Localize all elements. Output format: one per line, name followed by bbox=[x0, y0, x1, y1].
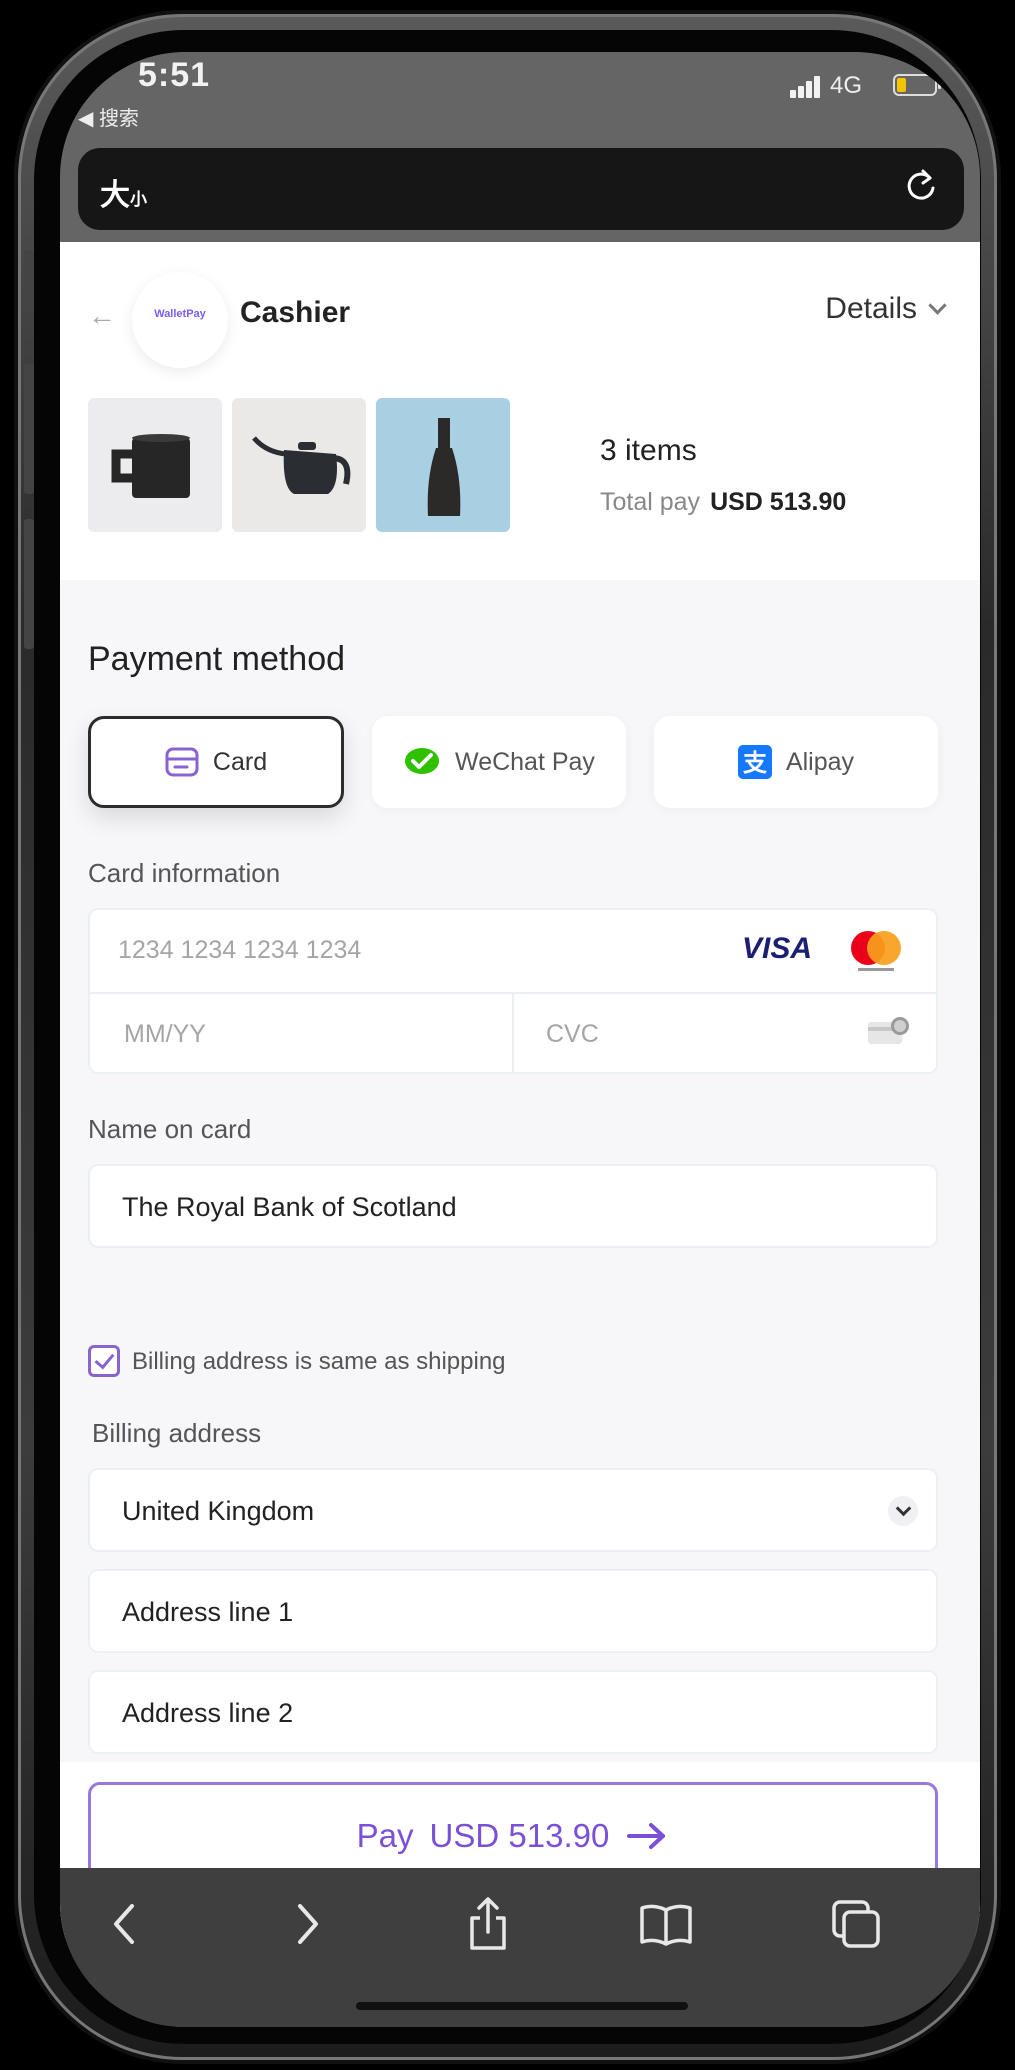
cvc-card-icon bbox=[868, 1017, 909, 1044]
address-line-2-input[interactable]: Address line 2 bbox=[88, 1670, 938, 1754]
pay-label: Pay bbox=[356, 1817, 414, 1854]
payment-method-title: Payment method bbox=[88, 640, 346, 678]
same-as-shipping-checkbox[interactable] bbox=[88, 1345, 120, 1377]
status-time: 5:51 bbox=[138, 56, 211, 94]
alipay-icon: 支 bbox=[737, 745, 772, 779]
bookmarks-icon[interactable] bbox=[636, 1894, 696, 1954]
merchant-logo-text: WalletPay bbox=[154, 308, 206, 320]
back-arrow-icon[interactable]: ← bbox=[88, 300, 116, 332]
expiry-input[interactable]: MM/YY bbox=[90, 994, 512, 1074]
svg-text:支: 支 bbox=[743, 749, 768, 777]
total-label: Total pay bbox=[600, 488, 701, 516]
merchant-logo: WalletPay bbox=[132, 272, 228, 368]
pay-amount: USD 513.90 bbox=[429, 1817, 610, 1854]
items-count: 3 items bbox=[600, 434, 697, 467]
payment-option-card[interactable]: Card bbox=[88, 716, 344, 808]
same-as-shipping-label: Billing address is same as shipping bbox=[132, 1348, 506, 1375]
mute-switch bbox=[24, 250, 34, 310]
expiry-placeholder: MM/YY bbox=[124, 1020, 206, 1048]
payment-option-wechat-label: WeChat Pay bbox=[455, 747, 595, 776]
battery-icon bbox=[893, 74, 941, 96]
chevron-down-icon bbox=[928, 296, 947, 315]
card-icon bbox=[165, 747, 199, 777]
address-line-1-placeholder: Address line 1 bbox=[122, 1597, 294, 1627]
network-type: 4G bbox=[830, 72, 863, 99]
details-label: Details bbox=[825, 292, 917, 325]
volume-down-button bbox=[24, 519, 34, 649]
total-amount: USD 513.90 bbox=[710, 488, 847, 516]
chevron-down-icon bbox=[888, 1496, 918, 1526]
wechat-icon bbox=[405, 748, 440, 774]
status-bar: 5:51 ◀ 搜索 4G bbox=[60, 52, 980, 146]
product-thumb-mug bbox=[88, 398, 222, 532]
phone-screen: 5:51 ◀ 搜索 4G 大小 ← WalletPay Cashier Deta… bbox=[60, 52, 980, 2027]
name-on-card-value: The Royal Bank of Scotland bbox=[122, 1192, 457, 1222]
address-line-1-input[interactable]: Address line 1 bbox=[88, 1569, 938, 1653]
order-header: ← WalletPay Cashier Details 3 items Tota… bbox=[60, 242, 980, 580]
text-size-button[interactable]: 大小 bbox=[100, 170, 147, 214]
cvc-placeholder: CVC bbox=[546, 1020, 599, 1048]
payment-option-alipay[interactable]: 支 Alipay bbox=[654, 716, 938, 808]
address-bar[interactable]: 大小 bbox=[78, 148, 964, 230]
mastercard-logo-icon bbox=[851, 931, 901, 971]
details-toggle[interactable]: Details bbox=[825, 292, 947, 326]
cvc-input[interactable]: CVC bbox=[514, 994, 936, 1074]
card-information-label: Card information bbox=[88, 858, 281, 888]
forward-icon[interactable] bbox=[276, 1894, 336, 1954]
back-to-app-link[interactable]: ◀ 搜索 bbox=[78, 102, 139, 131]
card-number-placeholder: 1234 1234 1234 1234 bbox=[118, 936, 362, 964]
arrow-right-icon bbox=[627, 1823, 666, 1849]
country-select[interactable]: United Kingdom bbox=[88, 1468, 938, 1552]
share-icon[interactable] bbox=[458, 1894, 518, 1954]
home-indicator[interactable] bbox=[356, 2002, 688, 2010]
country-value: United Kingdom bbox=[122, 1496, 315, 1526]
name-on-card-input[interactable]: The Royal Bank of Scotland bbox=[88, 1164, 938, 1248]
product-thumb-vase bbox=[376, 398, 510, 532]
checkout-page: ← WalletPay Cashier Details 3 items Tota… bbox=[60, 242, 980, 1938]
kettle-icon bbox=[252, 436, 351, 494]
tabs-icon[interactable] bbox=[826, 1894, 886, 1954]
text-size-small: 小 bbox=[130, 190, 147, 209]
payment-option-alipay-label: Alipay bbox=[785, 747, 855, 776]
volume-up-button bbox=[24, 364, 34, 494]
page-title: Cashier bbox=[240, 296, 351, 329]
address-line-2-placeholder: Address line 2 bbox=[122, 1698, 294, 1728]
payment-option-wechat[interactable]: WeChat Pay bbox=[372, 716, 626, 808]
visa-logo-icon: VISA bbox=[742, 932, 813, 965]
vase-icon bbox=[427, 418, 461, 516]
payment-option-card-label: Card bbox=[212, 747, 268, 776]
billing-address-label: Billing address bbox=[92, 1418, 262, 1448]
card-information-group: 1234 1234 1234 1234 VISA MM/YY CVC bbox=[88, 908, 938, 1074]
total-pay: Total pay USD 513.90 bbox=[600, 488, 846, 517]
card-number-input[interactable]: 1234 1234 1234 1234 VISA bbox=[90, 910, 936, 992]
mug-icon bbox=[111, 434, 190, 498]
back-icon[interactable] bbox=[96, 1894, 156, 1954]
product-thumb-kettle bbox=[232, 398, 366, 532]
reload-icon[interactable] bbox=[902, 166, 942, 206]
text-size-large: 大 bbox=[100, 179, 130, 212]
signal-icon bbox=[790, 76, 822, 98]
name-on-card-label: Name on card bbox=[88, 1114, 252, 1144]
